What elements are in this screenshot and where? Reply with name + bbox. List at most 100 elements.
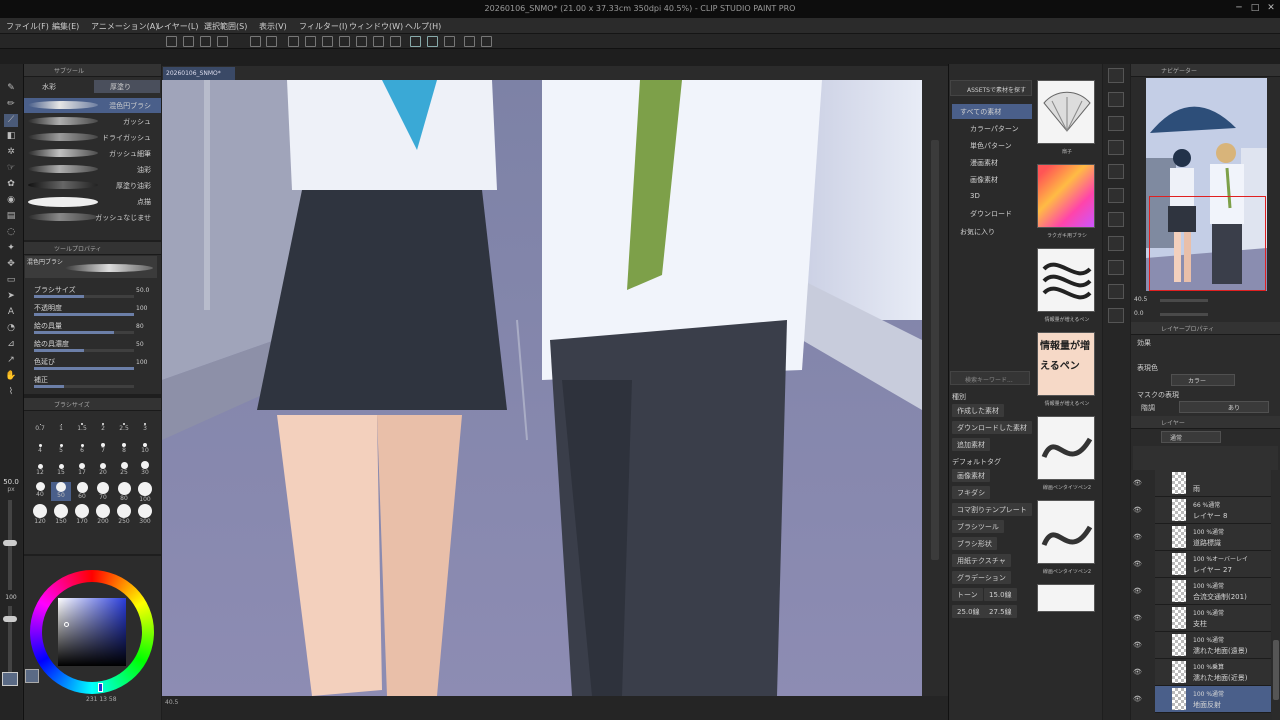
deselect-icon[interactable]: [339, 36, 350, 47]
material-thumb-fan[interactable]: [1037, 80, 1095, 144]
brush-size-cell[interactable]: 150: [51, 504, 71, 525]
clear-icon[interactable]: [288, 36, 299, 47]
visibility-eye-icon[interactable]: 👁: [1133, 614, 1143, 622]
prop-slider[interactable]: [34, 367, 134, 370]
tag-button[interactable]: 15.0線: [984, 588, 1017, 601]
sv-cursor[interactable]: [64, 622, 69, 627]
brush-size-cell[interactable]: 50: [51, 482, 71, 501]
size-slider-handle[interactable]: [3, 540, 17, 546]
ruler-icon[interactable]: [464, 36, 475, 47]
mask-select[interactable]: あり: [1179, 401, 1269, 413]
brush-item[interactable]: 点描: [24, 194, 161, 209]
visibility-eye-icon[interactable]: 👁: [1133, 695, 1143, 703]
auto-action-icon[interactable]: [1108, 212, 1124, 227]
type-downloaded-button[interactable]: ダウンロードした素材: [952, 421, 1032, 434]
eyedropper-tool-icon[interactable]: ⌇: [4, 386, 18, 399]
brush-size-cell[interactable]: 3: [135, 416, 155, 435]
material-tree-image[interactable]: 画像素材: [952, 172, 1032, 187]
hue-cursor[interactable]: [98, 683, 103, 692]
history-icon[interactable]: [1108, 188, 1124, 203]
auto-select-tool-icon[interactable]: ✦: [4, 242, 18, 255]
visibility-eye-icon[interactable]: 👁: [1133, 479, 1143, 487]
correction-icon[interactable]: [427, 36, 438, 47]
subtool-tab-watercolor[interactable]: 水彩: [26, 80, 90, 93]
material-tree-3d[interactable]: 3D: [952, 189, 1032, 204]
visibility-eye-icon[interactable]: 👁: [1133, 560, 1143, 568]
save-icon[interactable]: [200, 36, 211, 47]
material-tree-favorites[interactable]: お気に入り: [952, 224, 1032, 239]
brush-size-cell[interactable]: 15: [51, 460, 71, 479]
main-color-swatch[interactable]: [2, 672, 18, 686]
menu-file[interactable]: ファイル(F): [6, 21, 49, 32]
tag-button[interactable]: ブラシツール: [952, 520, 1004, 533]
tag-button[interactable]: 25.0線: [952, 605, 985, 618]
brush-size-cell[interactable]: 2: [93, 416, 113, 435]
color-set-icon[interactable]: [1108, 284, 1124, 299]
layer-row[interactable]: 100 %通常 地面反射: [1155, 686, 1271, 713]
redo-icon[interactable]: [266, 36, 277, 47]
layer-row[interactable]: 100 %通常 道路標識: [1155, 524, 1271, 551]
brush-size-cell[interactable]: 250: [114, 504, 134, 525]
close-icon[interactable]: ✕: [1264, 3, 1278, 15]
canvas-tab[interactable]: 20260106_SNMO*: [163, 67, 235, 80]
info-icon[interactable]: [1108, 116, 1124, 131]
brush-size-cell[interactable]: 8: [114, 438, 134, 457]
layer-row[interactable]: 100 %通常 支柱: [1155, 605, 1271, 632]
expand-selection-icon[interactable]: [373, 36, 384, 47]
menu-help[interactable]: ヘルプ(H): [405, 21, 441, 32]
visibility-eye-icon[interactable]: 👁: [1133, 641, 1143, 649]
visibility-eye-icon[interactable]: 👁: [1133, 533, 1143, 541]
layer-row[interactable]: 66 %通常 レイヤー 8: [1155, 497, 1271, 524]
transform-icon[interactable]: [305, 36, 316, 47]
pencil-tool-icon[interactable]: ✏: [4, 98, 18, 111]
blend-mode-select[interactable]: 通常: [1161, 431, 1221, 443]
tag-button[interactable]: トーン: [952, 588, 983, 601]
subtool-tab-thick-paint[interactable]: 厚塗り: [94, 80, 160, 93]
layer-scroll-thumb[interactable]: [1273, 640, 1279, 700]
balloon-tool-icon[interactable]: ◔: [4, 322, 18, 335]
fill-tool-icon[interactable]: ◉: [4, 194, 18, 207]
brush-size-cell[interactable]: 10: [135, 438, 155, 457]
prop-paint-amount[interactable]: 絵の具量 80: [24, 320, 161, 337]
stabilization-icon[interactable]: [410, 36, 421, 47]
tag-button[interactable]: コマ割りテンプレート: [952, 503, 1032, 516]
expression-color-select[interactable]: カラー: [1171, 374, 1235, 386]
brush-size-cell[interactable]: 1.5: [72, 416, 92, 435]
material-tree-mono-pattern[interactable]: 単色パターン: [952, 138, 1032, 153]
material-thumb-wave[interactable]: [1037, 248, 1095, 312]
layer-row[interactable]: 100 %通常 濡れた地面(遠景): [1155, 632, 1271, 659]
brush-size-cell[interactable]: 2.5: [114, 416, 134, 435]
prop-color-stretch[interactable]: 色延び 100: [24, 356, 161, 373]
layer-row[interactable]: 雨: [1155, 470, 1271, 497]
minimize-icon[interactable]: ─: [1232, 3, 1246, 15]
brush-size-cell[interactable]: 80: [114, 482, 134, 502]
menu-view[interactable]: 表示(V): [259, 21, 287, 32]
material-tree-all[interactable]: すべての素材: [952, 104, 1032, 119]
layer-row[interactable]: 100 %乗算 濡れた地面(近景): [1155, 659, 1271, 686]
brush-size-cell[interactable]: 25: [114, 460, 134, 479]
brush-size-cell[interactable]: 200: [93, 504, 113, 525]
navigator-zoom-slider[interactable]: [1160, 299, 1208, 302]
navigator-view-frame[interactable]: [1149, 196, 1266, 291]
open-icon[interactable]: [183, 36, 194, 47]
brush-size-cell[interactable]: 120: [30, 504, 50, 525]
prop-paint-density[interactable]: 絵の具濃度 50: [24, 338, 161, 355]
move-tool-icon[interactable]: ✥: [4, 258, 18, 271]
brush-size-cell[interactable]: 20: [93, 460, 113, 479]
type-created-button[interactable]: 作成した素材: [952, 404, 1004, 417]
brush-size-cell[interactable]: 0.7: [30, 416, 50, 435]
pen-pressure-icon[interactable]: [444, 36, 455, 47]
prop-opacity[interactable]: 不透明度 100: [24, 302, 161, 319]
hand-tool-icon[interactable]: ✋: [4, 370, 18, 383]
menu-filter[interactable]: フィルター(I): [299, 21, 347, 32]
correct-line-tool-icon[interactable]: ↗: [4, 354, 18, 367]
tag-button[interactable]: 画像素材: [952, 469, 990, 482]
eraser-tool-icon[interactable]: ◧: [4, 130, 18, 143]
brush-size-cell[interactable]: 1: [51, 416, 71, 435]
new-file-icon[interactable]: [166, 36, 177, 47]
pen-tool-icon[interactable]: ✎: [4, 82, 18, 95]
brush-tool-icon[interactable]: ⟋: [4, 114, 18, 127]
brush-size-cell[interactable]: 40: [30, 482, 50, 501]
visibility-eye-icon[interactable]: 👁: [1133, 668, 1143, 676]
decoration-tool-icon[interactable]: ✿: [4, 178, 18, 191]
